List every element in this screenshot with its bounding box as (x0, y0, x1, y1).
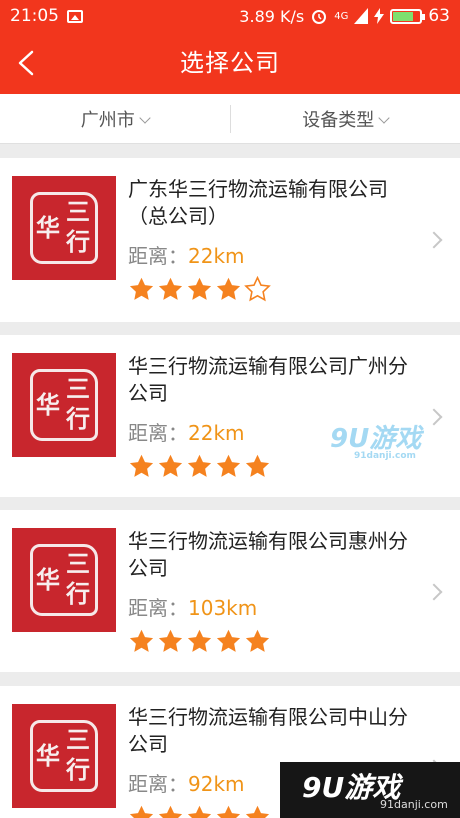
star-filled-icon (244, 804, 271, 818)
distance-value: 22km (188, 421, 245, 445)
logo-char: 三 (66, 725, 90, 754)
watermark-center-text: 9U游戏 (330, 424, 422, 454)
star-filled-icon (244, 453, 271, 484)
star-filled-icon (244, 628, 271, 659)
star-filled-icon (157, 453, 184, 484)
distance-value: 92km (188, 772, 245, 796)
logo-char: 三 (66, 197, 90, 226)
star-filled-icon (186, 628, 213, 659)
status-right: 3.89 K/s 4G 63 (239, 6, 450, 26)
alarm-icon (312, 10, 327, 24)
company-card[interactable]: 华三行华三行物流运输有限公司广州分公司 距离：22km (0, 335, 460, 497)
rating-stars (128, 453, 271, 484)
device-type-filter-label: 设备类型 (302, 109, 375, 131)
logo-char: 华 (36, 565, 60, 594)
logo-char: 行 (66, 404, 90, 433)
star-filled-icon (128, 628, 155, 659)
status-bar: 21:05 3.89 K/s 4G 63 (0, 0, 460, 32)
city-filter-label: 广州市 (80, 109, 135, 131)
star-filled-icon (186, 453, 213, 484)
star-filled-icon (128, 804, 155, 818)
network-type: 4G (334, 10, 349, 22)
nav-bar: 选择公司 (0, 32, 460, 94)
distance-label: 距离： (128, 244, 188, 268)
company-logo: 华三行 (12, 353, 116, 457)
logo-char: 华 (36, 741, 60, 770)
company-distance: 距离：103km (128, 592, 257, 621)
company-name: 华三行物流运输有限公司惠州分公司 (128, 529, 408, 580)
distance-label: 距离： (128, 421, 188, 445)
star-filled-icon (215, 276, 242, 307)
company-card[interactable]: 华三行华三行物流运输有限公司惠州分公司 距离：103km (0, 510, 460, 672)
distance-value: 22km (188, 244, 245, 268)
star-filled-icon (128, 276, 155, 307)
chevron-right-icon (425, 408, 443, 426)
rating-stars (128, 275, 271, 307)
company-distance: 距离：22km (128, 417, 245, 446)
page-title: 选择公司 (180, 49, 280, 77)
signal-icon (354, 8, 369, 24)
star-filled-icon (215, 453, 242, 484)
company-distance: 距离：22km (128, 240, 245, 269)
star-filled-icon (215, 804, 242, 818)
chevron-down-icon (378, 111, 390, 124)
watermark-center: 9U游戏 91danji.com (330, 418, 421, 461)
distance-label: 距离： (128, 772, 188, 796)
logo-char: 行 (66, 755, 90, 784)
chevron-right-icon (425, 231, 443, 249)
star-filled-icon (128, 453, 155, 484)
chevron-down-icon (139, 111, 151, 124)
star-filled-icon (157, 628, 184, 659)
chevron-right-icon (425, 583, 443, 601)
company-name: 华三行物流运输有限公司中山分公司 (128, 705, 408, 756)
company-logo: 华三行 (12, 704, 116, 808)
company-card[interactable]: 华三行广东华三行物流运输有限公司（总公司） 距离：22km (0, 158, 460, 322)
rating-stars (128, 628, 271, 659)
image-notification-icon (67, 9, 83, 23)
company-logo: 华三行 (12, 528, 116, 632)
logo-char: 行 (66, 227, 90, 256)
company-name: 广东华三行物流运输有限公司（总公司） (128, 177, 388, 228)
status-time: 21:05 (10, 6, 59, 26)
star-filled-icon (157, 276, 184, 307)
rating-stars (128, 804, 271, 818)
star-empty-icon (244, 275, 271, 307)
star-filled-icon (215, 628, 242, 659)
device-type-filter[interactable]: 设备类型 (231, 106, 460, 132)
company-logo: 华三行 (12, 176, 116, 280)
city-filter[interactable]: 广州市 (0, 106, 230, 132)
company-distance: 距离：92km (128, 768, 245, 797)
star-filled-icon (186, 804, 213, 818)
watermark-center-url: 91danji.com (354, 451, 416, 461)
watermark-corner: 9U游戏 91danji.com (280, 762, 460, 818)
network-speed: 3.89 K/s (239, 6, 305, 26)
company-name: 华三行物流运输有限公司广州分公司 (128, 354, 408, 405)
filter-bar: 广州市 设备类型 (0, 94, 460, 144)
logo-char: 行 (66, 579, 90, 608)
logo-char: 三 (66, 549, 90, 578)
charging-icon (374, 8, 385, 24)
star-filled-icon (157, 804, 184, 818)
logo-char: 三 (66, 374, 90, 403)
logo-char: 华 (36, 213, 60, 242)
battery-level: 63 (428, 6, 450, 26)
watermark-corner-url: 91danji.com (380, 798, 448, 811)
battery-icon (390, 8, 426, 24)
star-filled-icon (186, 276, 213, 307)
distance-label: 距离： (128, 596, 188, 620)
distance-value: 103km (188, 596, 258, 620)
logo-char: 华 (36, 390, 60, 419)
